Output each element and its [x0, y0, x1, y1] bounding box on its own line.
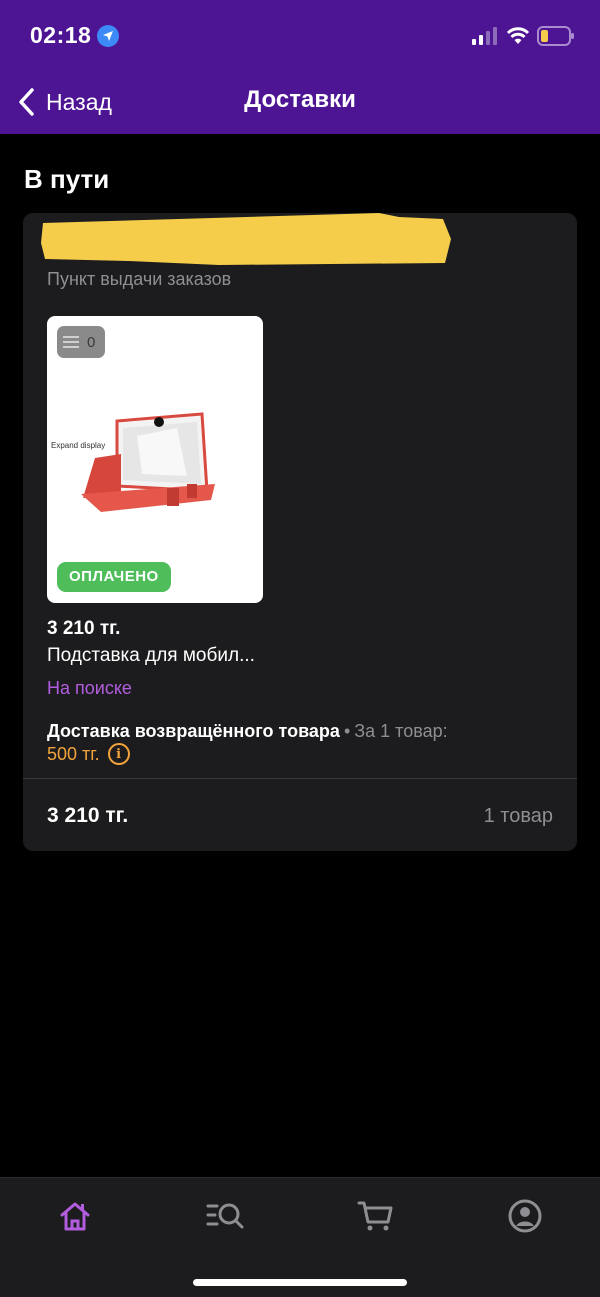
- delivery-separator: •: [343, 721, 351, 741]
- location-arrow-icon: [97, 25, 119, 47]
- section-title: В пути: [24, 164, 110, 194]
- delivery-label: Доставка возвращённого товара: [47, 721, 340, 741]
- product-thumbnail[interactable]: 0 Expand display ОПЛАЧЕНО: [47, 316, 263, 603]
- profile-icon: [508, 1199, 542, 1233]
- product-image: Expand display: [51, 412, 215, 512]
- home-indicator: [193, 1279, 407, 1286]
- tab-catalog[interactable]: [203, 1196, 247, 1236]
- tab-profile[interactable]: [503, 1196, 547, 1236]
- product-name[interactable]: Подставка для мобил...: [47, 645, 255, 667]
- order-card[interactable]: Пункт выдачи заказов 0 Expand display ОП…: [23, 213, 577, 851]
- catalog-search-icon: [206, 1203, 244, 1229]
- info-icon[interactable]: i: [107, 743, 130, 765]
- items-count: 1 товар: [483, 805, 553, 827]
- list-icon: [63, 333, 79, 351]
- delivery-fee-value: 500 тг.: [47, 743, 100, 764]
- cellular-signal-icon: [472, 27, 497, 45]
- order-total: 3 210 тг.: [47, 804, 129, 827]
- delivery-fee: 500 тг. i: [47, 743, 130, 765]
- delivery-per-item: За 1 товар:: [354, 721, 448, 741]
- status-time: 02:18: [30, 22, 92, 48]
- chevron-left-icon: [19, 88, 34, 116]
- item-count-badge: 0: [57, 326, 105, 358]
- tab-bar: [0, 1177, 600, 1297]
- search-status-link[interactable]: На поиске: [47, 678, 132, 699]
- home-icon: [60, 1202, 90, 1231]
- pickup-point-label: Пункт выдачи заказов: [47, 269, 232, 289]
- tab-home[interactable]: [53, 1196, 97, 1236]
- cart-icon: [357, 1201, 393, 1231]
- product-image-caption: Expand display: [51, 441, 105, 450]
- back-button[interactable]: Назад: [16, 84, 112, 120]
- back-label: Назад: [46, 88, 112, 115]
- return-delivery-line: Доставка возвращённого товара • За 1 товар…: [47, 721, 448, 742]
- redacted-address: [41, 213, 451, 265]
- item-price: 3 210 тг.: [47, 618, 121, 639]
- battery-icon: [537, 26, 574, 46]
- tab-cart[interactable]: [354, 1196, 398, 1236]
- paid-status-badge: ОПЛАЧЕНО: [57, 562, 171, 592]
- divider: [23, 778, 577, 779]
- wifi-icon: [506, 27, 530, 44]
- top-bar: 02:18 Назад Доставки: [0, 0, 600, 134]
